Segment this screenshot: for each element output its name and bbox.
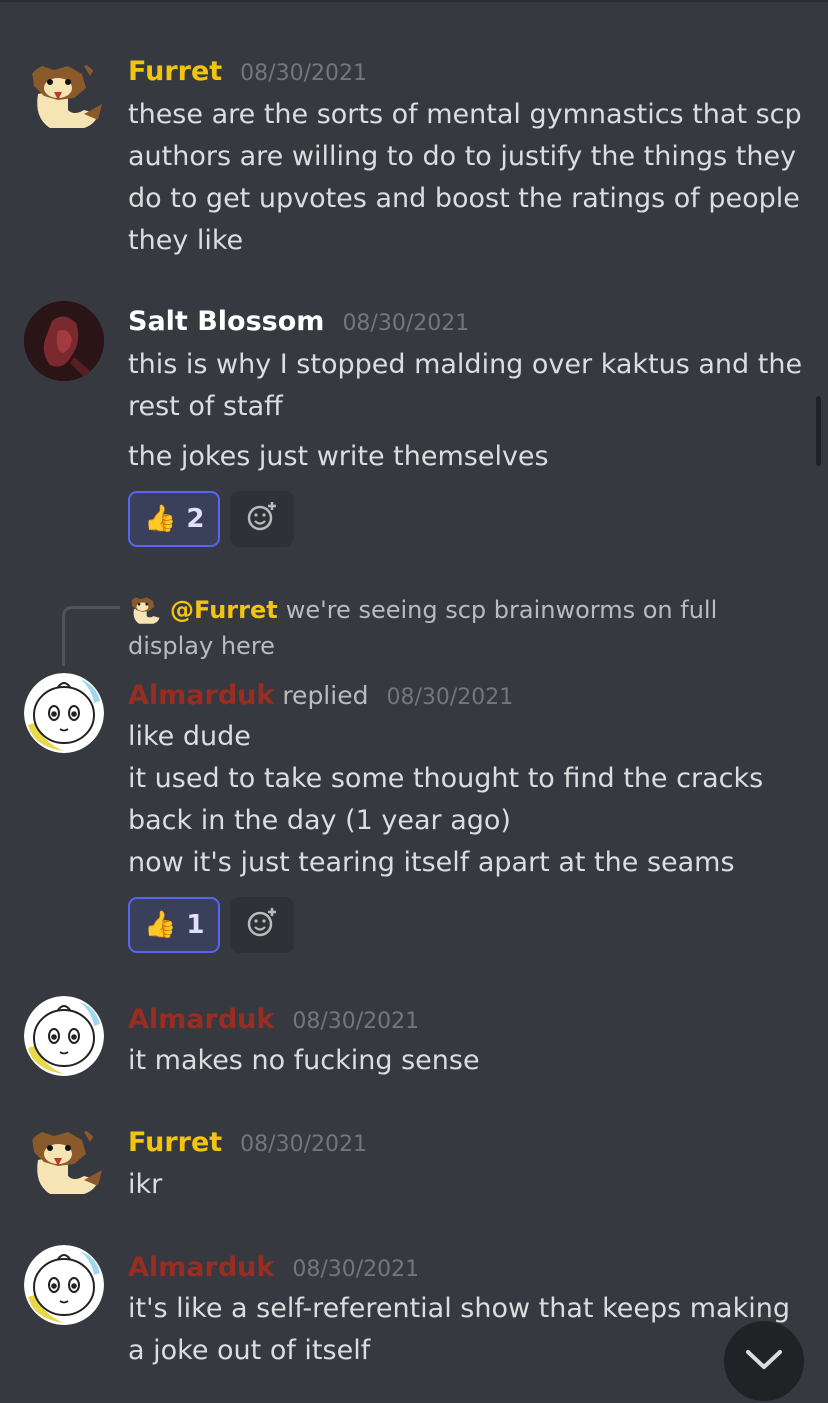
add-reaction-button[interactable]	[230, 897, 295, 953]
author-name[interactable]: Almarduk	[128, 680, 274, 711]
message-text: the jokes just write themselves	[128, 441, 549, 472]
message-text: these are the sorts of mental gymnastics…	[128, 99, 802, 256]
replied-label: replied	[282, 681, 369, 710]
furret-avatar-icon[interactable]	[24, 1124, 104, 1204]
reaction-count: 1	[186, 910, 205, 940]
timestamp: 08/30/2021	[292, 1009, 420, 1034]
reaction-thumbs-up[interactable]: 👍 1	[128, 897, 221, 953]
author-name[interactable]: Furret	[128, 56, 222, 87]
furret-avatar-icon[interactable]	[24, 58, 104, 138]
reaction-count: 2	[186, 504, 205, 534]
timestamp: 08/30/2021	[292, 1257, 420, 1282]
add-reaction-icon	[245, 906, 279, 944]
message-text: like dude	[128, 721, 251, 752]
reaction-thumbs-up[interactable]: 👍 2	[128, 491, 221, 547]
message-text: now it's just tearing itself apart at th…	[128, 847, 735, 878]
scrollbar-thumb[interactable]	[816, 396, 821, 466]
salt-blossom-avatar-icon[interactable]	[24, 301, 104, 381]
add-reaction-icon	[245, 500, 279, 538]
furret-avatar-icon	[128, 594, 162, 628]
reply-preview[interactable]: @Furret we're seeing scp brainworms on fu…	[128, 592, 808, 664]
almarduk-avatar-icon[interactable]	[24, 996, 104, 1076]
reply-spine	[62, 606, 120, 666]
thumbs-up-icon: 👍	[144, 504, 177, 534]
author-name[interactable]: Salt Blossom	[128, 306, 324, 337]
message-text: this is why I stopped malding over kaktu…	[128, 349, 803, 422]
message-text: ikr	[128, 1169, 163, 1200]
chat-messages: Furret 08/30/2021 these are the sorts of…	[0, 0, 828, 1403]
author-name[interactable]: Furret	[128, 1127, 222, 1158]
message-text: it makes no fucking sense	[128, 1045, 480, 1076]
timestamp: 08/30/2021	[342, 311, 470, 336]
almarduk-avatar-icon[interactable]	[24, 673, 104, 753]
message-text: it's like a self-referential show that k…	[128, 1293, 790, 1366]
jump-to-present-button[interactable]	[724, 1321, 804, 1401]
timestamp: 08/30/2021	[386, 685, 514, 710]
author-name[interactable]: Almarduk	[128, 1252, 274, 1283]
chevron-down-icon	[742, 1337, 786, 1385]
reply-author[interactable]: @Furret	[170, 596, 278, 624]
timestamp: 08/30/2021	[240, 1132, 367, 1157]
author-name[interactable]: Almarduk	[128, 1004, 274, 1035]
almarduk-avatar-icon[interactable]	[24, 1245, 104, 1325]
add-reaction-button[interactable]	[230, 491, 295, 547]
thumbs-up-icon: 👍	[144, 910, 177, 940]
divider	[0, 0, 828, 2]
timestamp: 08/30/2021	[240, 61, 367, 86]
message-text: it used to take some thought to find the…	[128, 763, 764, 836]
